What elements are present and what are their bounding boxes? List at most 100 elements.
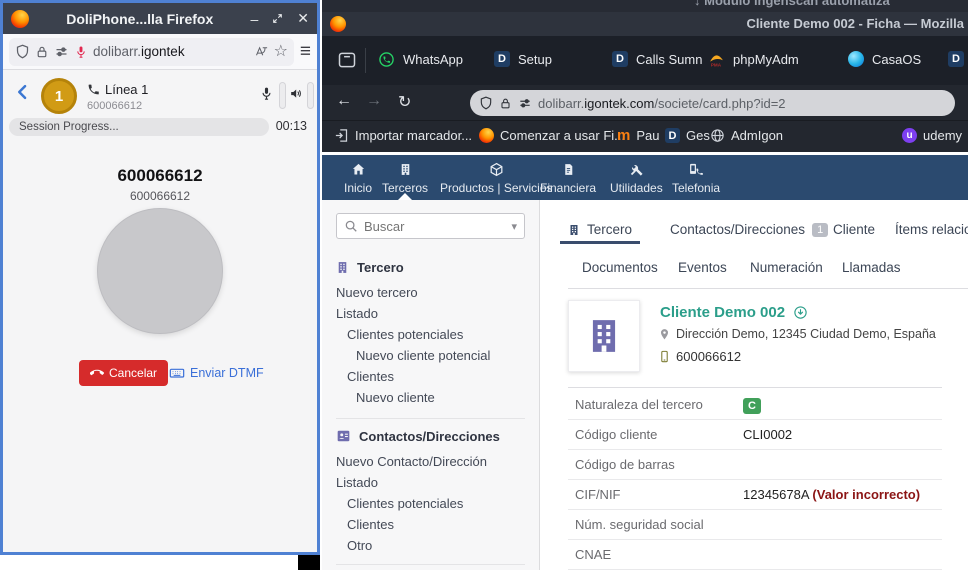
browser-window-title: Cliente Demo 002 - Ficha — Mozilla	[747, 16, 964, 31]
line-label: Línea 1	[87, 82, 148, 97]
divider	[336, 418, 525, 419]
menu-terceros[interactable]: Terceros	[382, 161, 428, 195]
tab-casaos[interactable]: CasaOS	[848, 51, 921, 67]
background-window-title: ↓ Módulo ingenscan automatiza	[322, 0, 968, 12]
card-tab-tercero[interactable]: Tercero	[568, 222, 632, 237]
permissions-icon[interactable]	[518, 96, 532, 110]
shield-icon[interactable]	[15, 44, 30, 59]
url-bar[interactable]: dolibarr.igontek.com/societe/card.php?id…	[470, 90, 955, 116]
speaker-volume-slider[interactable]	[307, 82, 314, 109]
mute-mic-icon[interactable]	[259, 86, 274, 101]
expand-circle-down-icon[interactable]	[793, 305, 808, 320]
keyboard-icon	[169, 365, 185, 381]
table-row: Código cliente CLI0002	[568, 420, 942, 450]
menu-telefonia[interactable]: Telefonia	[672, 161, 720, 195]
sidebar-item-listado[interactable]: Listado	[322, 303, 539, 324]
permissions-icon[interactable]	[54, 44, 69, 59]
card-tab-items-relacionados[interactable]: Ítems relacion	[895, 222, 968, 237]
menu-productos[interactable]: Productos | Servicios	[440, 161, 553, 195]
back-icon[interactable]	[13, 82, 33, 102]
tab-partial[interactable]: D	[948, 51, 968, 67]
sidebar-item-nuevo-cliente[interactable]: Nuevo cliente	[322, 387, 539, 408]
speaker-icon[interactable]	[289, 86, 304, 101]
reload-button[interactable]: ↻	[398, 92, 411, 112]
send-dtmf-link[interactable]: Enviar DTMF	[169, 365, 264, 381]
cancel-call-button[interactable]: Cancelar	[79, 360, 168, 386]
sidebar-item-listado-contactos[interactable]: Listado	[322, 472, 539, 493]
bookmarks-bar: Importar marcador... Comenzar a usar Fi.…	[322, 120, 968, 152]
dolibarr-content: Tercero Contactos/Direcciones 1 Cliente …	[540, 200, 968, 570]
telephony-icon	[672, 161, 720, 178]
search-input[interactable]	[364, 219, 505, 234]
url-text[interactable]: dolibarr.igontek.com/societe/card.php?id…	[538, 96, 786, 111]
translate-icon[interactable]	[254, 44, 269, 59]
tab-calls-summary[interactable]: D Calls Sumn	[612, 51, 702, 67]
bookmark-ges[interactable]: D Ges	[665, 128, 710, 143]
close-button[interactable]: ✕	[297, 10, 309, 27]
phone-url-text[interactable]: dolibarr.igontek	[93, 44, 249, 59]
lock-icon[interactable]	[499, 97, 512, 110]
tab-setup[interactable]: D Setup	[494, 51, 552, 67]
card-tab-llamadas[interactable]: Llamadas	[842, 260, 901, 275]
sidebar-item-nuevo-tercero[interactable]: Nuevo tercero	[322, 282, 539, 303]
menu-financiera[interactable]: Financiera	[540, 161, 596, 195]
restore-button[interactable]	[271, 12, 284, 25]
phone-titlebar[interactable]: DoliPhone...lla Firefox – ✕	[3, 3, 317, 34]
menu-utilidades[interactable]: Utilidades	[610, 161, 663, 195]
bookmark-import[interactable]: Importar marcador...	[334, 128, 472, 143]
tab-phpmyadmin[interactable]: PMA phpMyAdm	[708, 51, 799, 68]
card-tab-eventos[interactable]: Eventos	[678, 260, 727, 275]
menu-inicio[interactable]: Inicio	[344, 161, 372, 195]
dolibarr-menubar: Inicio Terceros Productos | Servicios Fi…	[322, 155, 968, 200]
chevron-down-icon[interactable]: ▾	[511, 220, 517, 233]
shield-icon[interactable]	[479, 96, 493, 110]
menu-icon[interactable]: ≡	[300, 42, 311, 61]
browser-titlebar[interactable]: Cliente Demo 002 - Ficha — Mozilla	[322, 12, 968, 36]
mic-volume-slider[interactable]	[279, 82, 286, 109]
globe-icon	[710, 128, 725, 143]
active-tab-underline	[560, 241, 640, 244]
dolibarr-sidebar: ▾ Tercero Nuevo tercero Listado Clientes…	[322, 200, 540, 570]
phone-url-bar[interactable]: dolibarr.igontek ☆	[9, 38, 294, 66]
card-tab-cliente[interactable]: Cliente	[833, 222, 875, 237]
dolibarr-icon: D	[494, 51, 510, 67]
sidebar-item-clientes-potenciales[interactable]: Clientes potenciales	[322, 324, 539, 345]
bookmark-star-icon[interactable]: ☆	[274, 44, 288, 60]
divider	[365, 48, 366, 73]
casaos-icon	[848, 51, 864, 67]
mic-permission-icon[interactable]	[74, 45, 88, 59]
sidebar-item-nuevo-contacto[interactable]: Nuevo Contacto/Dirección	[322, 451, 539, 472]
card-tab-numeracion[interactable]: Numeración	[750, 260, 823, 275]
tab-whatsapp[interactable]: WhatsApp	[378, 51, 463, 68]
line-badge[interactable]: 1	[41, 78, 77, 114]
cube-icon	[440, 161, 553, 178]
company-mobile: 600066612	[658, 349, 741, 364]
download-icon: ↓	[694, 0, 701, 8]
bookmark-udemy[interactable]: u udemy	[902, 128, 962, 143]
building-icon	[382, 161, 428, 178]
minimize-button[interactable]: –	[250, 11, 258, 27]
sidebar-item-contactos-clientes-potenciales[interactable]: Clientes potenciales	[322, 493, 539, 514]
card-tab-contactos[interactable]: Contactos/Direcciones 1	[670, 222, 828, 237]
bookmark-firefox-start[interactable]: Comenzar a usar Fi...	[479, 128, 625, 143]
sidebar-search[interactable]: ▾	[336, 213, 525, 239]
sidebar-item-clientes[interactable]: Clientes	[322, 366, 539, 387]
phpmyadmin-icon: PMA	[708, 51, 725, 68]
bookmark-admigon[interactable]: AdmIgon	[710, 128, 783, 143]
back-button[interactable]: ←	[336, 92, 352, 110]
table-row: Núm. seguridad social	[568, 510, 942, 540]
import-icon	[334, 128, 349, 143]
lock-icon[interactable]	[35, 45, 49, 59]
callee-number: 600066612	[3, 189, 317, 203]
address-card-icon	[336, 429, 351, 443]
sidebar-item-otro[interactable]: Otro	[322, 535, 539, 556]
sidebar-item-contactos-clientes[interactable]: Clientes	[322, 514, 539, 535]
divider	[568, 288, 968, 289]
active-menu-indicator	[398, 193, 412, 200]
firefox-view-icon[interactable]	[337, 50, 357, 70]
forward-button[interactable]: →	[366, 92, 382, 110]
company-logo-card	[568, 300, 640, 372]
bookmark-pau[interactable]: m Pau	[617, 128, 659, 143]
card-tab-documentos[interactable]: Documentos	[582, 260, 658, 275]
sidebar-item-nuevo-cliente-potencial[interactable]: Nuevo cliente potencial	[322, 345, 539, 366]
